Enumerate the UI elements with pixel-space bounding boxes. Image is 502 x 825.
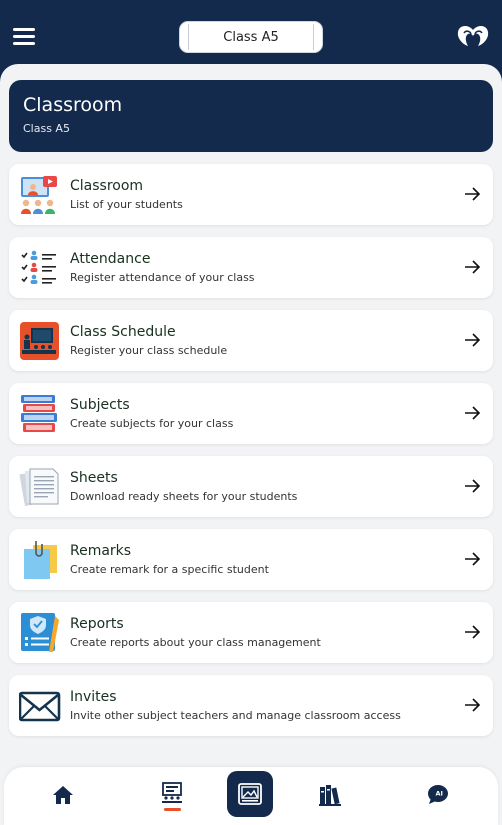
svg-text:AI: AI xyxy=(436,790,443,798)
brand-logo-icon xyxy=(457,26,489,46)
home-icon[interactable] xyxy=(51,783,75,807)
gallery-icon xyxy=(238,783,262,805)
class-selector-label: Class A5 xyxy=(188,24,314,50)
library-books-icon[interactable] xyxy=(318,783,342,807)
menu-card-remarks[interactable]: Remarks Create remark for a specific stu… xyxy=(9,529,493,590)
menu-card-title: Reports xyxy=(70,616,124,632)
remarks-icon xyxy=(24,541,57,579)
page-title: Classroom xyxy=(23,94,123,116)
bottom-navigation: AI xyxy=(4,767,498,825)
menu-card-description: Register attendance of your class xyxy=(70,271,255,284)
main-content: Classroom Class A5 Classroom List of you… xyxy=(0,64,502,825)
page-subtitle: Class A5 xyxy=(23,122,70,135)
classroom-header-card: Classroom Class A5 xyxy=(9,80,493,152)
top-app-bar: Class A5 xyxy=(0,0,502,66)
menu-card-description: Register your class schedule xyxy=(70,344,228,357)
menu-card-description: Create subjects for your class xyxy=(70,417,234,430)
class-selector[interactable]: Class A5 xyxy=(179,21,323,53)
menu-card-invites[interactable]: Invites Invite other subject teachers an… xyxy=(9,675,493,736)
subjects-icon xyxy=(21,395,57,432)
menu-card-description: List of your students xyxy=(70,198,183,211)
sheets-icon xyxy=(19,468,59,507)
classroom-icon xyxy=(21,176,57,214)
invites-icon xyxy=(19,691,61,722)
schedule-icon xyxy=(20,322,59,360)
menu-card-description: Create reports about your class manageme… xyxy=(70,636,321,649)
arrow-right-icon xyxy=(465,333,481,347)
menu-card-title: Classroom xyxy=(70,178,144,194)
menu-card-title: Subjects xyxy=(70,397,130,413)
menu-card-title: Sheets xyxy=(70,470,118,486)
ai-chat-icon[interactable]: AI xyxy=(426,783,450,807)
menu-card-description: Invite other subject teachers and manage… xyxy=(70,709,401,722)
classroom-nav-icon[interactable] xyxy=(160,781,184,805)
menu-card-subjects[interactable]: Subjects Create subjects for your class xyxy=(9,383,493,444)
menu-card-sheets[interactable]: Sheets Download ready sheets for your st… xyxy=(9,456,493,517)
menu-card-description: Download ready sheets for your students xyxy=(70,490,298,503)
menu-card-reports[interactable]: Reports Create reports about your class … xyxy=(9,602,493,663)
arrow-right-icon xyxy=(465,625,481,639)
arrow-right-icon xyxy=(465,479,481,493)
menu-card-title: Attendance xyxy=(70,251,151,267)
arrow-right-icon xyxy=(465,552,481,566)
active-tab-indicator xyxy=(164,808,181,811)
reports-icon xyxy=(21,613,59,652)
menu-card-title: Class Schedule xyxy=(70,324,176,340)
arrow-right-icon xyxy=(465,187,481,201)
hamburger-menu-icon[interactable] xyxy=(13,28,35,46)
attendance-icon xyxy=(21,250,56,284)
center-action-button[interactable] xyxy=(227,771,273,817)
menu-card-class-schedule[interactable]: Class Schedule Register your class sched… xyxy=(9,310,493,371)
menu-card-attendance[interactable]: Attendance Register attendance of your c… xyxy=(9,237,493,298)
arrow-right-icon xyxy=(465,260,481,274)
menu-card-description: Create remark for a specific student xyxy=(70,563,269,576)
menu-card-title: Invites xyxy=(70,689,117,705)
menu-card-classroom[interactable]: Classroom List of your students xyxy=(9,164,493,225)
arrow-right-icon xyxy=(465,406,481,420)
arrow-right-icon xyxy=(465,698,481,712)
menu-card-title: Remarks xyxy=(70,543,132,559)
